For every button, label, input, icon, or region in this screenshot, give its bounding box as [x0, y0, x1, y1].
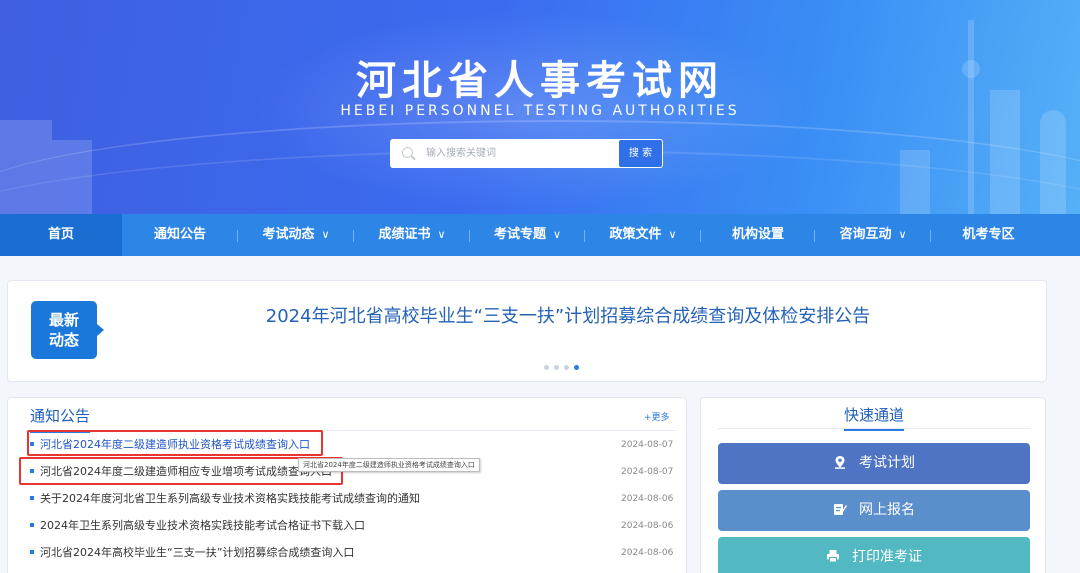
online-registration-button[interactable]: 网上报名 — [718, 490, 1030, 531]
site-header: 河北省人事考试网 HEBEI PERSONNEL TESTING AUTHORI… — [0, 0, 1080, 214]
nav-item-notices[interactable]: 通知公告 — [122, 214, 238, 256]
carousel-dot[interactable] — [564, 365, 569, 370]
link-tooltip: 河北省2024年度二级建造师执业资格考试成绩查询入口 — [298, 458, 480, 472]
highlight-box — [19, 457, 343, 485]
chevron-down-icon: ∨ — [898, 228, 907, 241]
quick-button-label: 网上报名 — [859, 502, 915, 518]
search-box: 搜 索 — [390, 139, 663, 168]
highlight-box — [27, 430, 323, 456]
notice-date: 2024-08-07 — [621, 440, 674, 450]
quick-access-title-text: 快速通道 — [843, 404, 904, 431]
more-link[interactable]: +更多 — [644, 410, 670, 423]
bullet-icon — [30, 550, 34, 554]
notice-date: 2024-08-06 — [621, 548, 674, 558]
printer-icon — [826, 539, 840, 563]
exam-plan-button[interactable]: 考试计划 — [718, 443, 1030, 484]
search-button[interactable]: 搜 索 — [619, 140, 662, 167]
notice-row[interactable]: 2024年卫生系列高级专业技术资格实践技能考试合格证书下载入口 2024-08-… — [30, 517, 680, 535]
quick-access-title: 快速通道 — [701, 404, 1047, 431]
nav-item-consultation[interactable]: 咨询互动 ∨ — [815, 214, 931, 256]
print-admission-ticket-button[interactable]: 打印准考证 — [718, 537, 1030, 573]
notice-panel: 通知公告 +更多 河北省2024年度二级建造师执业资格考试成绩查询入口 2024… — [7, 397, 687, 573]
notice-date: 2024-08-07 — [621, 467, 674, 477]
nav-item-home[interactable]: 首页 — [0, 214, 122, 256]
carousel-dot[interactable] — [544, 365, 549, 370]
badge-line: 动态 — [48, 331, 79, 349]
notice-row[interactable]: 关于2024年度河北省卫生系列高级专业技术资格实践技能考试成绩查询的通知 202… — [30, 490, 680, 508]
notice-panel-title[interactable]: 通知公告 — [30, 405, 91, 433]
bullet-icon — [30, 496, 34, 500]
carousel-indicators — [544, 365, 579, 370]
nav-item-policy-documents[interactable]: 政策文件 ∨ — [585, 214, 701, 256]
notice-date: 2024-08-06 — [621, 494, 674, 504]
notice-link[interactable]: 关于2024年度河北省卫生系列高级专业技术资格实践技能考试成绩查询的通知 — [40, 490, 420, 508]
carousel-dot[interactable] — [554, 365, 559, 370]
quick-access-panel: 快速通道 考试计划 网上报名 打印准考证 — [700, 397, 1046, 573]
nav-item-organization[interactable]: 机构设置 — [701, 214, 815, 256]
location-pin-icon — [833, 445, 847, 469]
nav-item-computer-exam-zone[interactable]: 机考专区 — [931, 214, 1046, 256]
nav-item-label: 政策文件 — [609, 227, 662, 242]
nav-item-exam-topics[interactable]: 考试专题 ∨ — [470, 214, 585, 256]
site-title: 河北省人事考试网 — [356, 58, 724, 104]
banner-headline-link[interactable]: 2024年河北省高校毕业生“三支一扶”计划招募综合成绩查询及体检安排公告 — [118, 302, 1018, 328]
building-decoration — [52, 140, 92, 214]
nav-item-label: 咨询互动 — [839, 227, 892, 242]
divider — [717, 428, 1031, 429]
edit-form-icon — [833, 492, 847, 515]
chevron-down-icon: ∨ — [668, 228, 677, 241]
badge-line: 最新 — [48, 311, 79, 329]
bullet-icon — [30, 523, 34, 527]
nav-item-exam-news[interactable]: 考试动态 ∨ — [238, 214, 354, 256]
quick-button-label: 考试计划 — [859, 455, 915, 471]
person-silhouette-decoration — [1040, 110, 1066, 214]
search-input[interactable] — [426, 143, 616, 164]
nav-item-label: 考试动态 — [262, 227, 315, 242]
carousel-dot-active[interactable] — [574, 365, 579, 370]
nav-item-label: 成绩证书 — [378, 227, 431, 242]
main-nav: 首页 通知公告 考试动态 ∨ 成绩证书 ∨ 考试专题 ∨ 政策文件 ∨ 机构设置 咨询互… — [0, 214, 1080, 256]
chevron-down-icon: ∨ — [437, 228, 446, 241]
chevron-down-icon: ∨ — [321, 228, 330, 241]
nav-item-label: 机构设置 — [731, 227, 784, 242]
latest-news-badge: 最新 动态 — [31, 301, 104, 359]
building-decoration — [0, 120, 52, 214]
site-subtitle: HEBEI PERSONNEL TESTING AUTHORITIES — [340, 103, 740, 119]
nav-item-label: 考试专题 — [493, 227, 546, 242]
quick-button-label: 打印准考证 — [852, 549, 922, 565]
notice-link[interactable]: 河北省2024年高校毕业生“三支一扶”计划招募综合成绩查询入口 — [40, 544, 354, 562]
notice-date: 2024-08-06 — [621, 521, 674, 531]
nav-item-scores-certificates[interactable]: 成绩证书 ∨ — [354, 214, 470, 256]
nav-item-label: 首页 — [47, 227, 74, 242]
nav-item-label: 机考专区 — [962, 227, 1015, 242]
notice-row[interactable]: 河北省2024年高校毕业生“三支一扶”计划招募综合成绩查询入口 2024-08-… — [30, 544, 680, 562]
notice-link[interactable]: 2024年卫生系列高级专业技术资格实践技能考试合格证书下载入口 — [40, 517, 365, 535]
latest-news-banner: 最新 动态 2024年河北省高校毕业生“三支一扶”计划招募综合成绩查询及体检安排… — [7, 280, 1047, 382]
nav-item-label: 通知公告 — [153, 227, 206, 242]
great-wall-decoration — [900, 150, 930, 214]
chevron-down-icon: ∨ — [552, 228, 562, 241]
search-icon — [402, 147, 413, 158]
